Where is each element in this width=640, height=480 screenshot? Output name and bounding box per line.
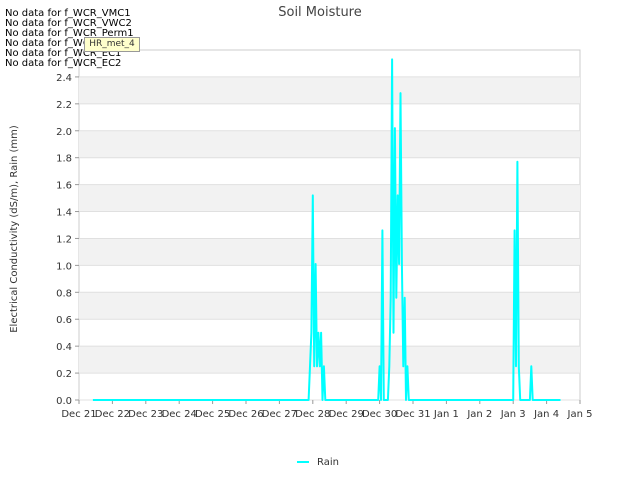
x-tick-label: Jan 5 — [567, 409, 593, 420]
legend: Rain — [297, 457, 339, 468]
y-tick-label: 1.4 — [56, 208, 72, 219]
no-data-message: No data for f_WCR_EC2 — [5, 58, 122, 69]
grid-band — [79, 292, 580, 320]
chart-title: Soil Moisture — [278, 5, 362, 20]
y-tick-label: 1.8 — [56, 154, 72, 165]
y-tick-label: 0.2 — [56, 369, 72, 380]
x-tick-label: Jan 2 — [466, 409, 492, 420]
x-axis-ticks: Dec 21Dec 22Dec 23Dec 24Dec 25Dec 26Dec … — [61, 400, 592, 420]
grid-band — [79, 130, 580, 158]
grid-band — [79, 238, 580, 266]
x-tick-label: Jan 4 — [533, 409, 559, 420]
plot-background-bands — [78, 49, 581, 401]
y-axis-label: Electrical Conductivity (dS/m), Rain (mm… — [9, 125, 20, 333]
x-tick-label: Dec 24 — [162, 409, 197, 420]
x-tick-label: Dec 28 — [295, 409, 330, 420]
chart-svg: 0.00.20.40.60.81.01.21.41.61.82.02.22.4 … — [9, 5, 592, 468]
x-tick-label: Dec 21 — [61, 409, 96, 420]
x-tick-label: Dec 31 — [395, 409, 430, 420]
grid-band — [79, 346, 580, 374]
x-tick-label: Dec 25 — [195, 409, 230, 420]
grid-band — [79, 76, 580, 104]
y-tick-label: 2.0 — [56, 127, 72, 138]
x-tick-label: Dec 23 — [128, 409, 163, 420]
y-tick-label: 1.0 — [56, 261, 72, 272]
y-tick-label: 2.2 — [56, 100, 72, 111]
y-tick-label: 0.6 — [56, 315, 72, 326]
grid-band — [79, 184, 580, 212]
legend-label: Rain — [317, 457, 339, 468]
x-tick-label: Dec 27 — [262, 409, 297, 420]
x-tick-label: Jan 1 — [433, 409, 459, 420]
y-tick-label: 1.2 — [56, 234, 72, 245]
y-tick-label: 0.0 — [56, 396, 72, 407]
y-tick-label: 0.4 — [56, 342, 72, 353]
x-tick-label: Jan 3 — [500, 409, 526, 420]
x-tick-label: Dec 29 — [329, 409, 364, 420]
y-tick-label: 1.6 — [56, 181, 72, 192]
x-tick-label: Dec 26 — [228, 409, 263, 420]
y-tick-label: 2.4 — [56, 73, 72, 84]
hover-tooltip: HR_met_4 — [84, 37, 140, 52]
x-tick-label: Dec 30 — [362, 409, 397, 420]
y-tick-label: 0.8 — [56, 288, 72, 299]
x-tick-label: Dec 22 — [95, 409, 130, 420]
